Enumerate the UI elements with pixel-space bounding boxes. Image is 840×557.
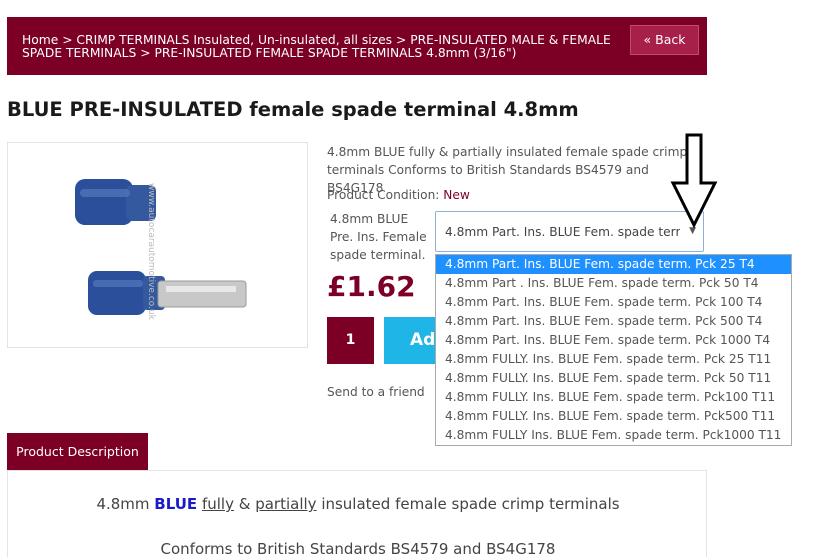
desc-prefix: 4.8mm [96, 495, 155, 513]
quantity-input[interactable]: 1 [327, 317, 374, 364]
spade-terminal-image: www.autocarautomotive.co.uk [75, 179, 247, 321]
product-condition: Product Condition: New [327, 188, 470, 202]
send-to-friend-link[interactable]: Send to a friend [327, 385, 425, 399]
description-line-2: Conforms to British Standards BS4579 and… [160, 540, 556, 557]
terminal-blade-bottom [157, 280, 247, 308]
select-value: 4.8mm Part. Ins. BLUE Fem. spade term. P… [445, 225, 680, 239]
condition-label: Product Condition: [327, 188, 440, 202]
desc-suffix: insulated female spade crimp terminals [316, 495, 620, 513]
terminal-insulation-top [75, 179, 133, 225]
dropdown-option[interactable]: 4.8mm FULLY. Ins. BLUE Fem. spade term. … [436, 369, 791, 388]
product-title: BLUE PRE-INSULATED female spade terminal… [7, 98, 579, 121]
dropdown-option[interactable]: 4.8mm Part. Ins. BLUE Fem. spade term. P… [436, 331, 791, 350]
variant-dropdown-list: 4.8mm Part. Ins. BLUE Fem. spade term. P… [435, 254, 792, 446]
description-panel: 4.8mm BLUE fully & partially insulated f… [7, 470, 707, 557]
down-arrow-annotation-icon [670, 133, 718, 229]
description-line-1: 4.8mm BLUE fully & partially insulated f… [8, 495, 708, 513]
dropdown-option[interactable]: 4.8mm Part. Ins. BLUE Fem. spade term. P… [436, 293, 791, 312]
product-image[interactable]: www.autocarautomotive.co.uk [7, 142, 308, 348]
terminal-blade-shine [166, 286, 236, 292]
terminal-highlight-top [80, 189, 130, 197]
terminal-highlight-bottom [93, 280, 143, 287]
image-watermark: www.autocarautomotive.co.uk [146, 183, 156, 321]
desc-fully: fully [201, 495, 234, 513]
dropdown-option[interactable]: 4.8mm Part. Ins. BLUE Fem. spade term. P… [436, 312, 791, 331]
desc-amp: & [233, 495, 256, 513]
dropdown-option[interactable]: 4.8mm FULLY. Ins. BLUE Fem. spade term. … [436, 388, 791, 407]
tab-product-description[interactable]: Product Description [7, 433, 148, 471]
dropdown-option[interactable]: 4.8mm FULLY. Ins. BLUE Fem. spade term. … [436, 407, 791, 426]
dropdown-option[interactable]: 4.8mm Part . Ins. BLUE Fem. spade term. … [436, 274, 791, 293]
option-label: 4.8mm BLUE Pre. Ins. Female spade termin… [330, 212, 427, 262]
dropdown-option[interactable]: 4.8mm FULLY. Ins. BLUE Fem. spade term. … [436, 350, 791, 369]
dropdown-option[interactable]: 4.8mm FULLY Ins. BLUE Fem. spade term. P… [436, 426, 791, 445]
condition-value: New [443, 188, 470, 202]
breadcrumb[interactable]: Home > CRIMP TERMINALS Insulated, Un-ins… [22, 34, 612, 60]
desc-blue: BLUE [154, 495, 198, 513]
dropdown-option[interactable]: 4.8mm Part. Ins. BLUE Fem. spade term. P… [436, 255, 791, 274]
breadcrumb-bar: Home > CRIMP TERMINALS Insulated, Un-ins… [7, 17, 707, 75]
desc-partially: partially [255, 495, 317, 513]
product-price: £1.62 [327, 270, 416, 303]
variant-select[interactable]: 4.8mm Part. Ins. BLUE Fem. spade term. P… [435, 211, 704, 252]
back-button[interactable]: « Back [630, 25, 699, 55]
terminal-insulation-bottom [88, 271, 146, 315]
